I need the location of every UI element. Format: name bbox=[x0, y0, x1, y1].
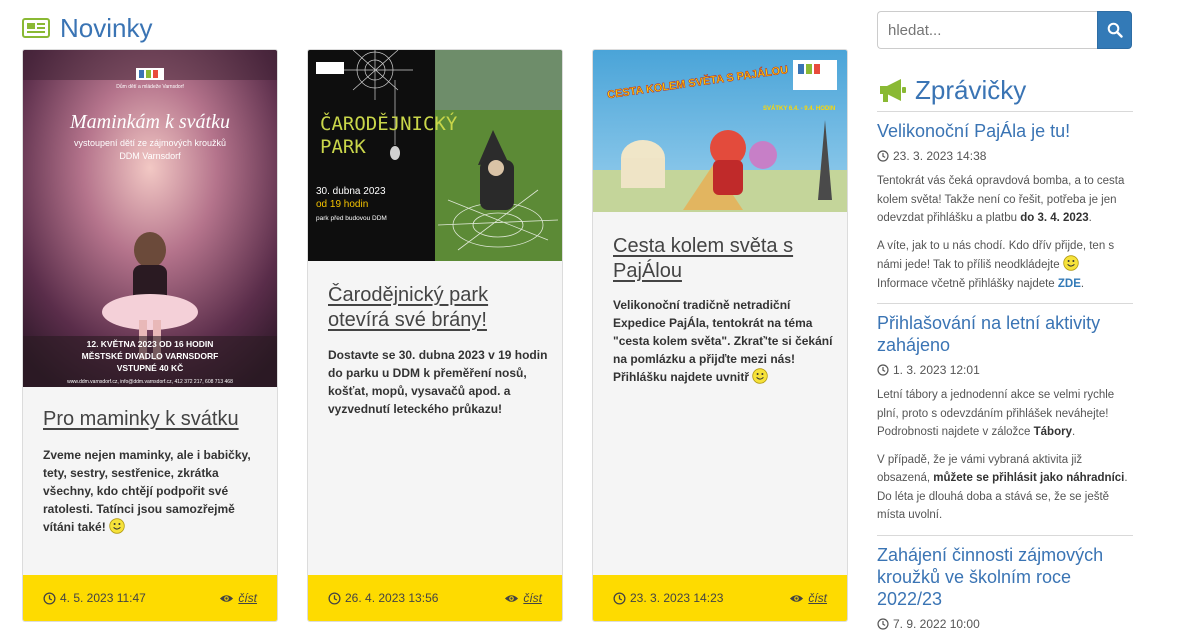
eye-icon bbox=[505, 594, 519, 602]
card-image-maminky[interactable]: Dům dětí a mládeže Varnsdorf Maminkám k … bbox=[23, 50, 277, 387]
megaphone-icon bbox=[880, 79, 906, 102]
sidebar-news-title[interactable]: Přihlašování na letní aktivity zahájeno bbox=[877, 312, 1133, 356]
card-image-cesta[interactable]: CESTA KOLEM SVĚTA S PAJÁLOU SVÁTKY 6.4. … bbox=[593, 50, 847, 212]
card-date: 26. 4. 2023 13:56 bbox=[328, 591, 438, 605]
sidebar-news-title[interactable]: Zahájení činnosti zájmových kroužků ve š… bbox=[877, 544, 1133, 610]
sidebar-news-list: Velikonoční PajÁla je tu! 23. 3. 2023 14… bbox=[877, 111, 1133, 631]
news-card-2: ČARODĚJNICKÝ PARK 30. dubna 2023 od 19 h… bbox=[307, 49, 563, 622]
sidebar-news-item: Zahájení činnosti zájmových kroužků ve š… bbox=[877, 534, 1133, 631]
eye-icon bbox=[790, 594, 804, 602]
card-title[interactable]: Pro maminky k svátku bbox=[43, 407, 263, 432]
poster-headline-1: ČARODĚJNICKÝ bbox=[320, 111, 458, 135]
card-footer: 4. 5. 2023 11:47 číst bbox=[23, 575, 277, 621]
sidebar-news-time: 23. 3. 2023 14:38 bbox=[877, 149, 1133, 163]
poster-headline-2: PARK bbox=[320, 136, 366, 158]
zde-link[interactable]: ZDE bbox=[1058, 278, 1081, 290]
read-link[interactable]: číst bbox=[789, 591, 827, 605]
search-icon bbox=[1107, 22, 1123, 38]
poster-place: park před budovou DDM bbox=[316, 215, 387, 222]
sidebar-news-item: Velikonoční PajÁla je tu! 23. 3. 2023 14… bbox=[877, 111, 1133, 303]
poster-info3: VSTUPNÉ 40 KČ bbox=[117, 362, 184, 373]
sidebar-news-title[interactable]: Velikonoční PajÁla je tu! bbox=[877, 120, 1133, 142]
poster-info2: MĚSTSKÉ DIVADLO VARNSDORF bbox=[82, 350, 219, 361]
sidebar-news-time: 7. 9. 2022 10:00 bbox=[877, 617, 1133, 631]
sidebar-news-text: Tentokrát vás čeká opravdová bomba, a to… bbox=[877, 175, 1125, 224]
newspaper-icon bbox=[22, 18, 50, 38]
sidebar-news-text: Letní tábory a jednodenní akce se velmi … bbox=[877, 389, 1115, 438]
smiley-icon bbox=[752, 368, 769, 384]
card-image-carodejnicky[interactable]: ČARODĚJNICKÝ PARK 30. dubna 2023 od 19 h… bbox=[308, 50, 562, 261]
card-date: 4. 5. 2023 11:47 bbox=[43, 591, 146, 605]
read-link[interactable]: číst bbox=[504, 591, 542, 605]
sidebar-news-time: 1. 3. 2023 12:01 bbox=[877, 363, 1133, 377]
sidebar-heading: Zprávičky bbox=[915, 74, 1027, 105]
sidebar-news-text: V případě, že je vámi vybraná aktivita j… bbox=[877, 453, 1128, 522]
news-header: Novinky bbox=[22, 12, 152, 44]
search-button[interactable] bbox=[1097, 11, 1132, 49]
news-card-3: CESTA KOLEM SVĚTA S PAJÁLOU SVÁTKY 6.4. … bbox=[592, 49, 848, 622]
sidebar-news-item: Přihlašování na letní aktivity zahájeno … bbox=[877, 303, 1133, 535]
card-excerpt: Dostavte se 30. dubna 2023 v 19 hodin do… bbox=[328, 348, 548, 416]
poster-info1: 12. KVĚTNA 2023 OD 16 HODIN bbox=[87, 338, 214, 349]
card-footer: 26. 4. 2023 13:56 číst bbox=[308, 575, 562, 621]
search-input[interactable] bbox=[877, 11, 1097, 49]
poster-sub1: vystoupení dětí ze zájmových kroužků bbox=[74, 138, 226, 148]
clock-icon bbox=[328, 591, 341, 605]
read-link[interactable]: číst bbox=[219, 591, 257, 605]
sidebar-news-text: A víte, jak to u nás chodí. Kdo dřív při… bbox=[877, 239, 1115, 290]
news-card-1: Dům dětí a mládeže Varnsdorf Maminkám k … bbox=[22, 49, 278, 622]
clock-icon bbox=[43, 591, 56, 605]
news-heading: Novinky bbox=[60, 12, 153, 43]
card-title[interactable]: Čarodějnický park otevírá své brány! bbox=[328, 283, 548, 333]
clock-icon bbox=[877, 150, 889, 162]
smiley-icon bbox=[109, 518, 125, 534]
poster-dates: SVÁTKY 6.4. - 9.4. HODIN bbox=[763, 105, 835, 112]
search-bar bbox=[877, 11, 1132, 49]
eye-icon bbox=[220, 594, 234, 602]
smiley-icon bbox=[1063, 255, 1079, 271]
poster-time: od 19 hodin bbox=[316, 199, 368, 210]
poster-headline: Maminkám k svátku bbox=[69, 111, 230, 133]
sidebar-header: Zprávičky bbox=[877, 74, 1026, 106]
poster-sub2: DDM Varnsdorf bbox=[119, 151, 181, 161]
clock-icon bbox=[613, 591, 626, 605]
card-excerpt: Velikonoční tradičně netradiční Expedice… bbox=[613, 298, 833, 384]
card-excerpt: Zveme nejen maminky, ale i babičky, tety… bbox=[43, 448, 251, 534]
card-title[interactable]: Cesta kolem světa s PajÁlou bbox=[613, 234, 833, 284]
clock-icon bbox=[877, 364, 889, 376]
poster-logo-text: Dům dětí a mládeže Varnsdorf bbox=[116, 83, 184, 90]
poster-date: 30. dubna 2023 bbox=[316, 186, 386, 197]
card-date: 23. 3. 2023 14:23 bbox=[613, 591, 723, 605]
card-footer: 23. 3. 2023 14:23 číst bbox=[593, 575, 847, 621]
poster-contact: www.ddm.varnsdorf.cz, info@ddm.varnsdorf… bbox=[67, 379, 233, 385]
clock-icon bbox=[877, 617, 889, 630]
